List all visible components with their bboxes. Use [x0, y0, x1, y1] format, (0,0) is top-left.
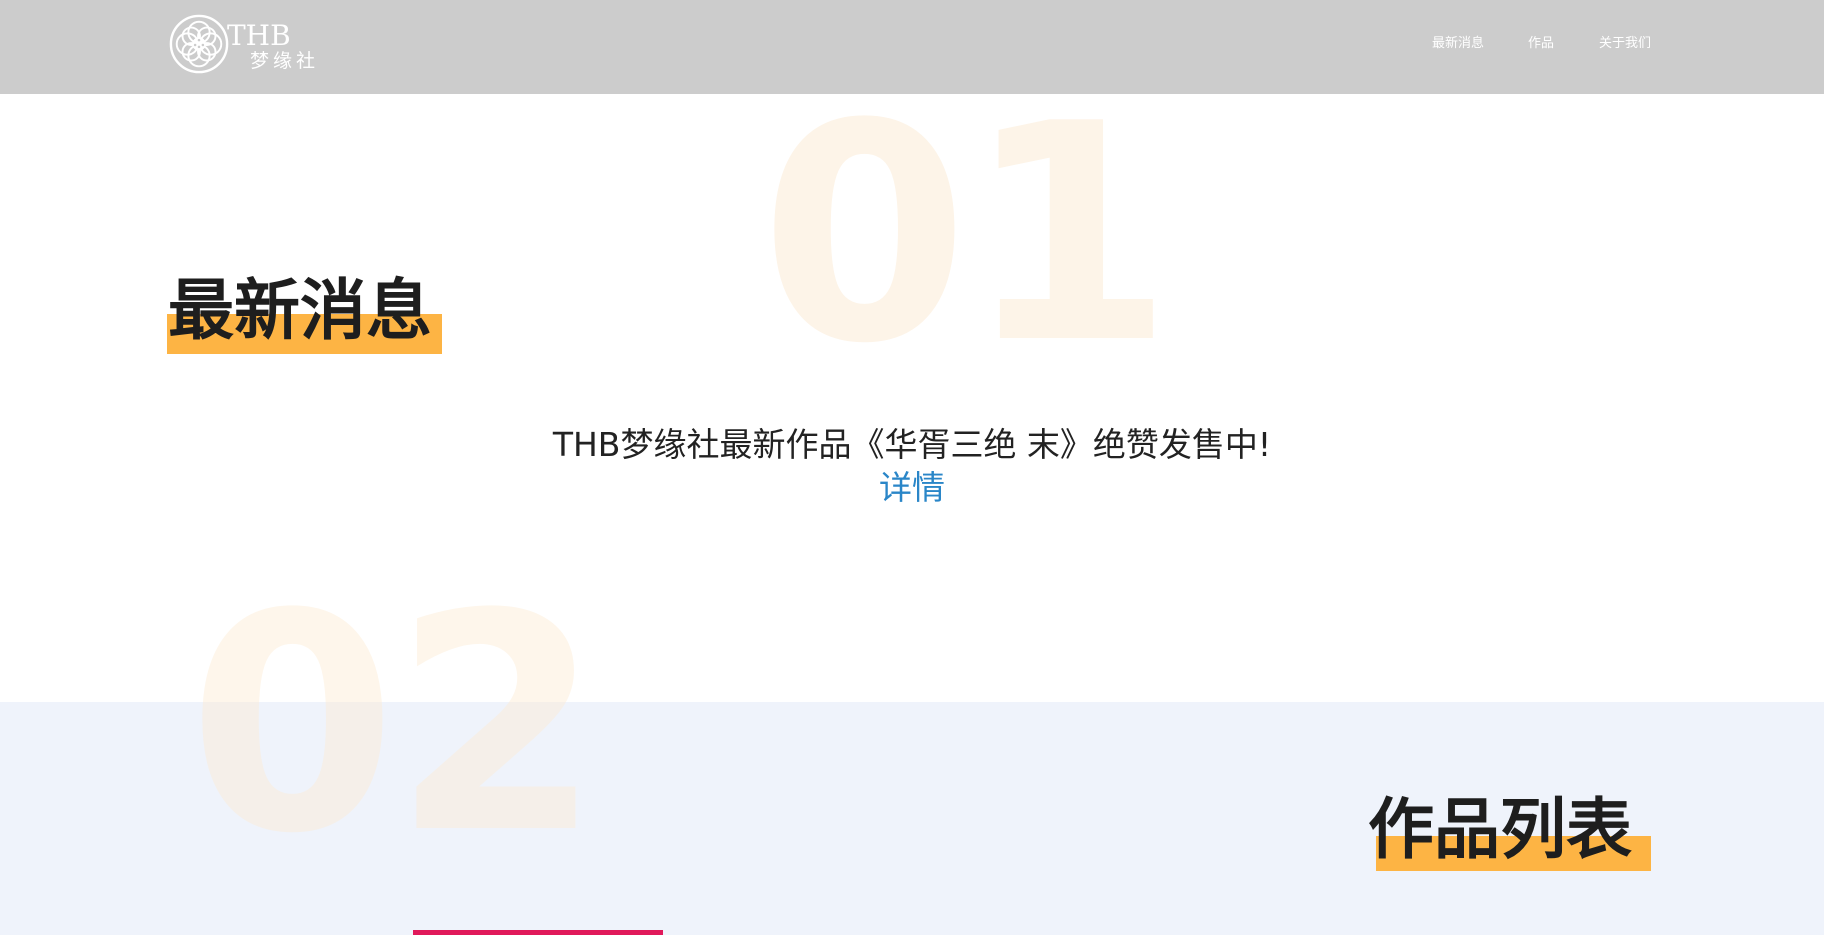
nav-item-works[interactable]: 作品	[1528, 32, 1554, 51]
section-number-02: 02	[188, 550, 601, 899]
section-title-works: 作品列表	[1368, 791, 1632, 868]
news-detail-link[interactable]: 详情	[879, 468, 945, 507]
work-thumbnail[interactable]	[413, 930, 663, 935]
nav-item-about[interactable]: 关于我们	[1599, 32, 1651, 51]
news-text: THB梦缘社最新作品《华胥三绝 末》绝赞发售中!	[552, 425, 1272, 464]
logo-subtext: 梦缘社	[250, 50, 320, 72]
main-nav: 最新消息 作品 关于我们	[0, 32, 1824, 52]
section-title-news: 最新消息	[168, 272, 432, 349]
nav-item-news[interactable]: 最新消息	[1432, 32, 1484, 51]
section-number-01: 01	[760, 60, 1173, 409]
news-detail-link-row: 详情	[0, 461, 1824, 509]
